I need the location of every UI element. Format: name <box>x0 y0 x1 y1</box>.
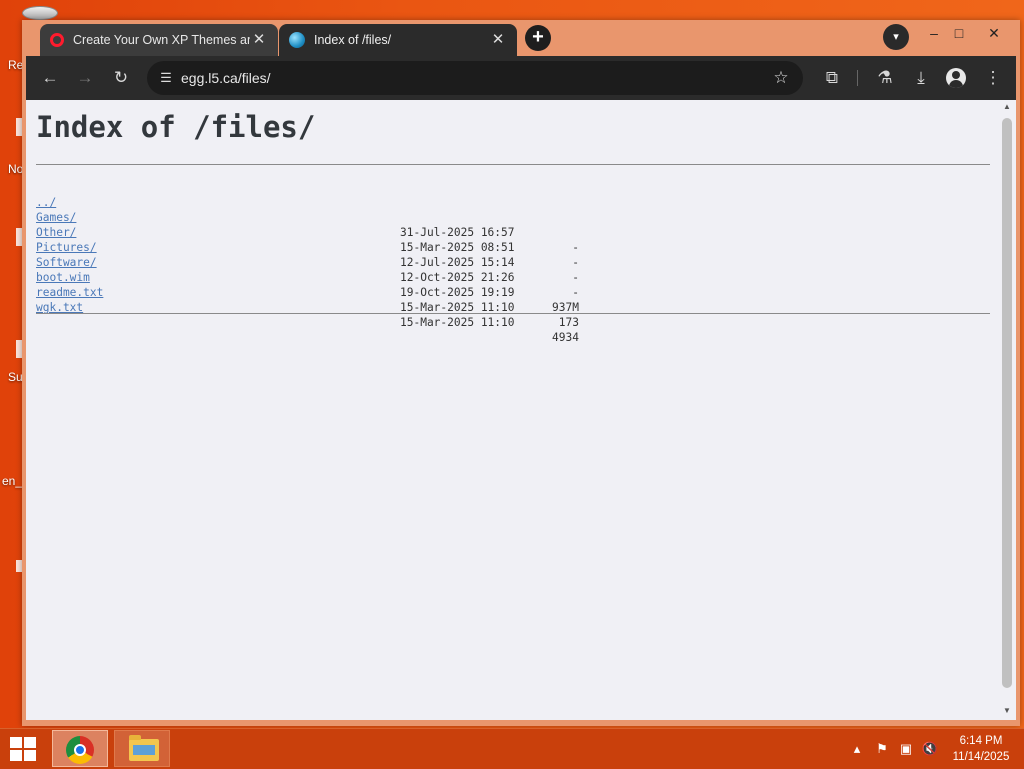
clock-date: 11/14/2025 <box>952 751 1010 763</box>
new-tab-button[interactable]: + <box>525 25 551 51</box>
extensions-icon[interactable]: ⧉ <box>818 64 846 92</box>
volume-muted-icon[interactable]: 🔇 <box>921 739 939 759</box>
action-center-flag-icon[interactable]: ⚑ <box>873 739 891 759</box>
browser-window: Create Your Own XP Themes an ✕ Index of … <box>22 20 1020 726</box>
tab-strip: Create Your Own XP Themes an ✕ Index of … <box>22 20 1020 56</box>
taskbar-file-explorer-button[interactable] <box>114 730 170 767</box>
network-icon[interactable]: ▣ <box>897 739 915 759</box>
desktop-icon-label[interactable]: en_ <box>2 474 22 488</box>
divider <box>36 313 990 314</box>
file-size: 173 <box>558 316 579 329</box>
address-bar[interactable]: ☰ egg.l5.ca/files/ ☆ <box>147 61 803 95</box>
list-item: boot.wim 19-Oct-2025 19:19 937M <box>36 255 636 314</box>
list-item: Other/ 15-Mar-2025 08:51 - <box>36 210 636 269</box>
show-hidden-icons-chevron-icon[interactable]: ▴ <box>848 739 866 759</box>
toolbar-divider <box>857 70 858 86</box>
divider <box>36 164 990 165</box>
file-listing: ../ Games/ 31-Jul-2025 16:57 - Other/ 15… <box>36 180 636 344</box>
forward-arrow-icon[interactable]: → <box>71 64 99 92</box>
site-info-icon[interactable]: ☰ <box>157 69 175 87</box>
close-tab-icon[interactable]: ✕ <box>489 31 507 49</box>
scrollbar-thumb[interactable] <box>1002 118 1012 688</box>
opera-icon <box>50 33 64 47</box>
list-item: Software/ 12-Oct-2025 21:26 - <box>36 240 636 299</box>
taskbar-chrome-button[interactable] <box>52 730 108 767</box>
labs-flask-icon[interactable]: ⚗ <box>871 64 899 92</box>
globe-icon <box>289 32 305 48</box>
back-arrow-icon[interactable]: ← <box>36 64 64 92</box>
page-title: Index of /files/ <box>36 110 316 144</box>
list-item: wgk.txt 15-Mar-2025 11:10 4934 <box>36 285 636 344</box>
system-clock[interactable]: 6:14 PM 11/14/2025 <box>946 733 1016 765</box>
list-item: Games/ 31-Jul-2025 16:57 - <box>36 195 636 254</box>
windows-start-icon[interactable] <box>10 737 36 761</box>
chrome-icon <box>66 736 94 764</box>
list-item: ../ <box>36 180 636 209</box>
tab-title: Index of /files/ <box>314 33 392 47</box>
profile-avatar-icon[interactable] <box>946 68 966 88</box>
scroll-up-arrow-icon[interactable]: ▲ <box>1002 102 1012 112</box>
download-icon[interactable]: ⤓ <box>907 64 935 92</box>
address-url[interactable]: egg.l5.ca/files/ <box>181 70 767 86</box>
maximize-button[interactable]: □ <box>942 22 976 46</box>
clock-time: 6:14 PM <box>959 735 1003 747</box>
file-explorer-icon <box>129 735 159 761</box>
tab-xp-themes[interactable]: Create Your Own XP Themes an ✕ <box>40 24 278 56</box>
desktop-icon-label[interactable]: Su <box>8 370 23 384</box>
file-date: 15-Mar-2025 11:10 <box>400 316 515 329</box>
taskbar: ▴ ⚑ ▣ 🔇 6:14 PM 11/14/2025 <box>0 728 1024 769</box>
tab-title: Create Your Own XP Themes an <box>73 33 250 47</box>
list-item: readme.txt 15-Mar-2025 11:10 173 <box>36 270 636 329</box>
recycle-bin-icon[interactable] <box>22 6 58 20</box>
list-item: Pictures/ 12-Jul-2025 15:14 - <box>36 225 636 284</box>
page-viewport: Index of /files/ ../ Games/ 31-Jul-2025 … <box>26 100 1016 720</box>
close-window-button[interactable]: ✕ <box>977 22 1011 46</box>
file-size: 4934 <box>552 331 579 344</box>
tab-index-of-files[interactable]: Index of /files/ ✕ <box>279 24 517 56</box>
vertical-scrollbar[interactable]: ▲ ▼ <box>998 100 1016 720</box>
reload-icon[interactable]: ↻ <box>107 64 135 92</box>
tab-search-chevron-icon[interactable]: ▾ <box>883 24 909 50</box>
menu-kebab-icon[interactable]: ⋮ <box>979 64 1007 92</box>
bookmark-star-icon[interactable]: ☆ <box>767 64 795 92</box>
browser-toolbar: ← → ↻ ☰ egg.l5.ca/files/ ☆ ⧉ ⚗ ⤓ ⋮ <box>26 56 1016 100</box>
scroll-down-arrow-icon[interactable]: ▼ <box>1002 706 1012 716</box>
directory-listing-page: Index of /files/ ../ Games/ 31-Jul-2025 … <box>26 100 998 720</box>
close-tab-icon[interactable]: ✕ <box>250 31 268 49</box>
